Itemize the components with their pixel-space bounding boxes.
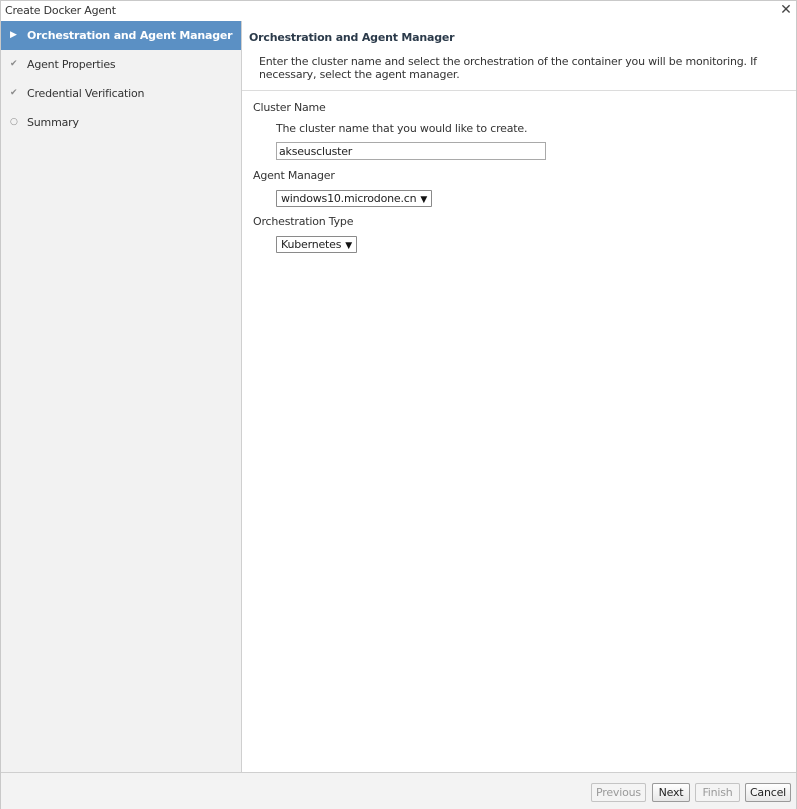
previous-button[interactable]: Previous — [591, 783, 646, 802]
divider — [242, 90, 796, 91]
circle-icon: ○ — [10, 117, 18, 127]
main-panel: Orchestration and Agent Manager Enter th… — [242, 21, 796, 772]
cluster-name-help: The cluster name that you would like to … — [276, 122, 528, 135]
cluster-name-label: Cluster Name — [253, 101, 326, 114]
step-label: Credential Verification — [27, 87, 145, 100]
create-docker-agent-dialog: Create Docker Agent ✕ ▶ Orchestration an… — [0, 0, 797, 809]
cancel-button[interactable]: Cancel — [745, 783, 791, 802]
agent-manager-label: Agent Manager — [253, 169, 335, 182]
next-button[interactable]: Next — [652, 783, 690, 802]
step-label: Agent Properties — [27, 58, 116, 71]
finish-button[interactable]: Finish — [695, 783, 740, 802]
orchestration-type-select[interactable]: Kubernetes ▼ — [276, 236, 358, 253]
page-title: Orchestration and Agent Manager — [249, 31, 455, 44]
orchestration-type-selected-value: Kubernetes — [281, 238, 342, 251]
step-summary[interactable]: ○ Summary — [1, 108, 241, 137]
checkmark-icon: ✔ — [10, 88, 18, 98]
dialog-title: Create Docker Agent — [5, 4, 116, 17]
triangle-right-icon: ▶ — [10, 30, 17, 40]
step-label: Orchestration and Agent Manager — [27, 29, 233, 42]
dialog-footer: Previous Next Finish Cancel — [1, 772, 796, 809]
page-description: Enter the cluster name and select the or… — [259, 55, 757, 81]
chevron-down-icon: ▼ — [345, 241, 353, 251]
agent-manager-selected-value: windows10.microdone.cn — [281, 192, 417, 205]
title-bar: Create Docker Agent ✕ — [1, 1, 796, 22]
step-agent-properties[interactable]: ✔ Agent Properties — [1, 50, 241, 79]
wizard-steps-sidebar: ▶ Orchestration and Agent Manager ✔ Agen… — [1, 21, 242, 772]
step-orchestration-and-agent-manager[interactable]: ▶ Orchestration and Agent Manager — [1, 21, 241, 50]
close-icon[interactable]: ✕ — [778, 2, 794, 18]
orchestration-type-label: Orchestration Type — [253, 215, 354, 228]
checkmark-icon: ✔ — [10, 59, 18, 69]
cluster-name-input[interactable] — [276, 142, 546, 160]
chevron-down-icon: ▼ — [420, 195, 428, 205]
step-credential-verification[interactable]: ✔ Credential Verification — [1, 79, 241, 108]
agent-manager-select[interactable]: windows10.microdone.cn ▼ — [276, 190, 433, 207]
step-label: Summary — [27, 116, 79, 129]
